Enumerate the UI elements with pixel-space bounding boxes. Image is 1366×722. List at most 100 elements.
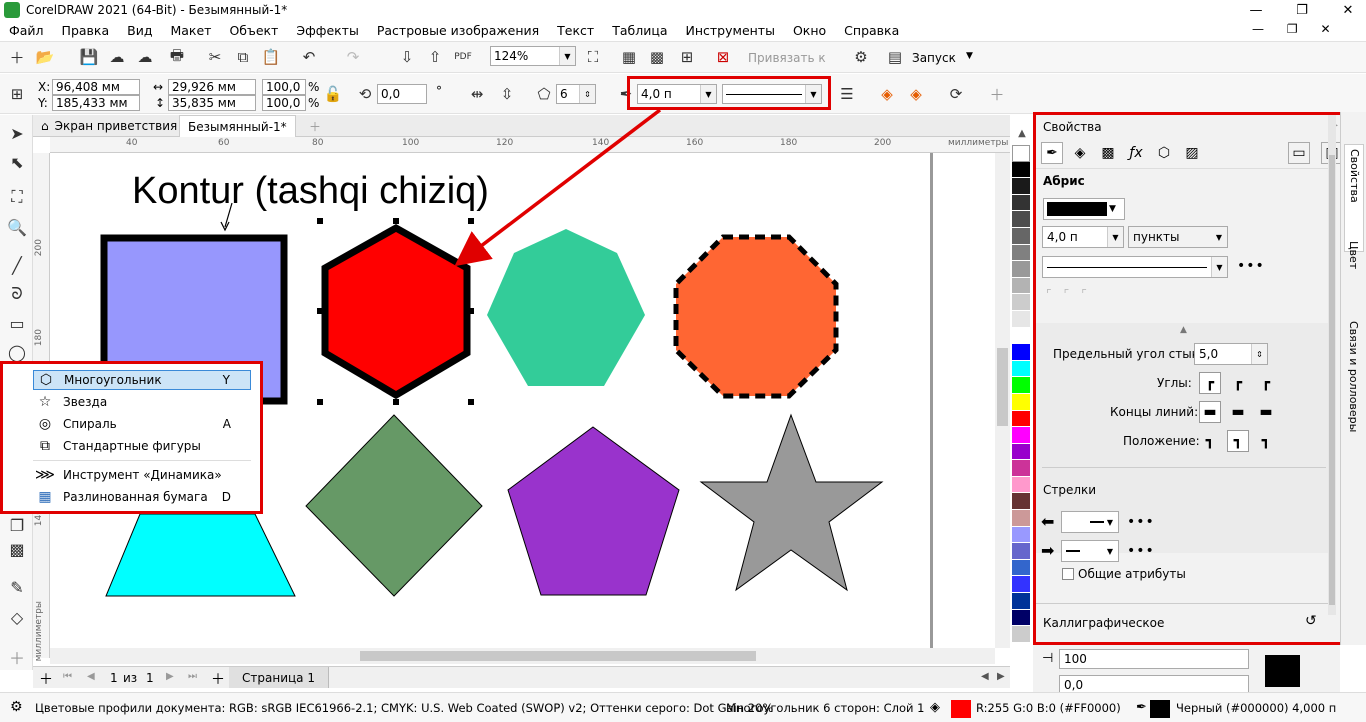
palette-swatch[interactable] [1012, 476, 1030, 494]
palette-swatch[interactable] [1012, 211, 1030, 228]
inside-position-icon[interactable]: ┓ [1255, 430, 1277, 452]
palette-swatch[interactable] [1012, 227, 1030, 245]
start-arrow-options-icon[interactable]: ••• [1127, 514, 1155, 530]
palette-swatch[interactable] [1012, 559, 1030, 577]
palette-swatch[interactable] [1012, 277, 1030, 295]
palette-swatch[interactable] [1012, 510, 1030, 527]
palette-swatch[interactable] [1012, 526, 1030, 544]
lower-value-input[interactable]: 100 [1059, 649, 1249, 669]
butt-cap-icon[interactable]: ▬ [1199, 401, 1221, 423]
palette-scroll-up-icon[interactable]: ▲ [1014, 124, 1030, 142]
docker-scrollbar[interactable] [1328, 115, 1336, 615]
close-button[interactable]: ✕ [1330, 0, 1366, 20]
flyout-item-star[interactable]: ☆ Звезда [33, 392, 251, 412]
page-tab[interactable]: Страница 1 [229, 667, 329, 688]
octagon-shape[interactable] [673, 234, 839, 399]
palette-swatch[interactable] [1012, 493, 1030, 511]
palette-swatch[interactable] [1012, 294, 1030, 311]
star-shape[interactable] [699, 413, 884, 592]
chevron-down-icon[interactable]: ▼ [1211, 257, 1227, 277]
side-tab-links[interactable]: Связи и ролловеры [1344, 317, 1364, 457]
scroll-left-icon[interactable]: ◀ [981, 671, 989, 682]
palette-swatch[interactable] [1012, 460, 1030, 477]
outline-width-input[interactable]: 4,0 п ▼ [1042, 226, 1124, 248]
outline-pen-icon[interactable]: ✒ [1041, 142, 1063, 164]
end-arrowhead-select[interactable]: ▼ [1061, 540, 1119, 562]
image-icon[interactable]: ▨ [1181, 142, 1203, 164]
outside-position-icon[interactable]: ┓ [1199, 430, 1221, 452]
palette-swatch[interactable] [1012, 244, 1030, 262]
round-corner-icon[interactable]: ┏ [1227, 372, 1249, 394]
side-tab-properties[interactable]: Свойства [1344, 144, 1364, 252]
palette-swatch[interactable] [1012, 543, 1030, 560]
color-profiles-text[interactable]: Цветовые профили документа: RGB: sRGB IE… [35, 701, 773, 715]
outline-color-swatch[interactable] [1150, 700, 1170, 718]
maximize-button[interactable]: ❐ [1284, 0, 1320, 20]
palette-swatch[interactable] [1012, 261, 1030, 278]
heptagon-shape[interactable] [487, 229, 645, 386]
palette-swatch[interactable] [1012, 310, 1030, 328]
first-page-icon[interactable]: ⏮ [63, 671, 72, 682]
effects-fx-icon[interactable]: ƒx [1125, 142, 1147, 164]
palette-swatch[interactable] [1012, 344, 1030, 361]
flyout-item-basic-shapes[interactable]: ⧉ Стандартные фигуры [33, 436, 251, 456]
pentagon-shape[interactable] [507, 426, 680, 596]
color-palette[interactable] [1012, 145, 1032, 650]
more-options-icon[interactable]: ••• [1237, 258, 1265, 274]
prev-page-icon[interactable]: ◀ [87, 671, 95, 682]
fill-bucket-icon[interactable]: ◈ [1069, 142, 1091, 164]
square-cap-icon[interactable]: ▬ [1255, 401, 1277, 423]
palette-swatch[interactable] [1012, 626, 1030, 643]
palette-swatch[interactable] [1012, 443, 1030, 461]
start-arrowhead-select[interactable]: ▼ [1061, 511, 1119, 533]
palette-swatch[interactable] [1012, 609, 1030, 627]
palette-swatch[interactable] [1012, 410, 1030, 428]
polygon-icon[interactable]: ⬡ [1153, 142, 1175, 164]
chevron-down-icon[interactable]: ▼ [1211, 227, 1227, 247]
add-page-icon[interactable]: ＋ [39, 669, 53, 689]
side-tab-color[interactable]: Цвет [1344, 237, 1364, 297]
palette-swatch[interactable] [1012, 145, 1030, 162]
trapezoid-shape[interactable] [105, 513, 296, 597]
fill-color-swatch[interactable] [951, 700, 971, 718]
reset-icon[interactable]: ↺ [1305, 613, 1317, 629]
vertical-scrollbar[interactable] [995, 153, 1010, 648]
center-position-icon[interactable]: ┓ [1227, 430, 1249, 452]
palette-swatch[interactable] [1012, 327, 1030, 345]
miter-corner-icon[interactable]: ┏ [1199, 372, 1221, 394]
miter-limit-input[interactable]: 5,0 ⇕ [1194, 343, 1268, 365]
next-page-icon[interactable]: ▶ [166, 671, 174, 682]
flyout-item-dynamics[interactable]: ⋙ Инструмент «Динамика» [33, 465, 251, 485]
round-cap-icon[interactable]: ▬ [1227, 401, 1249, 423]
shared-attributes-checkbox[interactable] [1062, 568, 1074, 580]
chevron-down-icon[interactable]: ▼ [1102, 541, 1118, 561]
flyout-item-spiral[interactable]: ◎ Спираль A [33, 414, 251, 434]
docker-scroll-thumb[interactable] [1329, 155, 1335, 605]
diamond-shape[interactable] [305, 414, 483, 597]
horizontal-scroll-thumb[interactable] [360, 651, 756, 661]
flyout-item-polygon[interactable]: ⬡ Многоугольник Y [33, 370, 251, 390]
settings-gear-icon[interactable]: ⚙ [10, 699, 23, 715]
chevron-down-icon[interactable]: ▼ [1107, 227, 1123, 247]
end-arrow-options-icon[interactable]: ••• [1127, 543, 1155, 559]
outline-units-select[interactable]: пункты ▼ [1128, 226, 1228, 248]
chevron-down-icon[interactable]: ▼ [1102, 512, 1118, 532]
palette-swatch[interactable] [1012, 576, 1030, 594]
transparency-icon[interactable]: ▩ [1097, 142, 1119, 164]
add-page-end-icon[interactable]: ＋ [211, 669, 225, 689]
corner-presets-icons[interactable]: ⌜⌜⌜ [1046, 287, 1099, 301]
palette-swatch[interactable] [1012, 377, 1030, 394]
chevron-down-icon[interactable]: ▼ [1109, 204, 1116, 214]
palette-swatch[interactable] [1012, 393, 1030, 411]
palette-swatch[interactable] [1012, 427, 1030, 444]
collapse-up-icon[interactable]: ▲ [1180, 325, 1187, 335]
frame-icon[interactable]: ▭ [1288, 142, 1310, 164]
vertical-scroll-thumb[interactable] [997, 348, 1008, 426]
palette-swatch[interactable] [1012, 178, 1030, 195]
last-page-icon[interactable]: ⏭ [188, 671, 197, 682]
bevel-corner-icon[interactable]: ┏ [1255, 372, 1277, 394]
palette-swatch[interactable] [1012, 161, 1030, 179]
hexagon-shape[interactable] [321, 223, 471, 400]
scroll-right-icon[interactable]: ▶ [997, 671, 1005, 682]
horizontal-scrollbar[interactable] [50, 648, 995, 664]
